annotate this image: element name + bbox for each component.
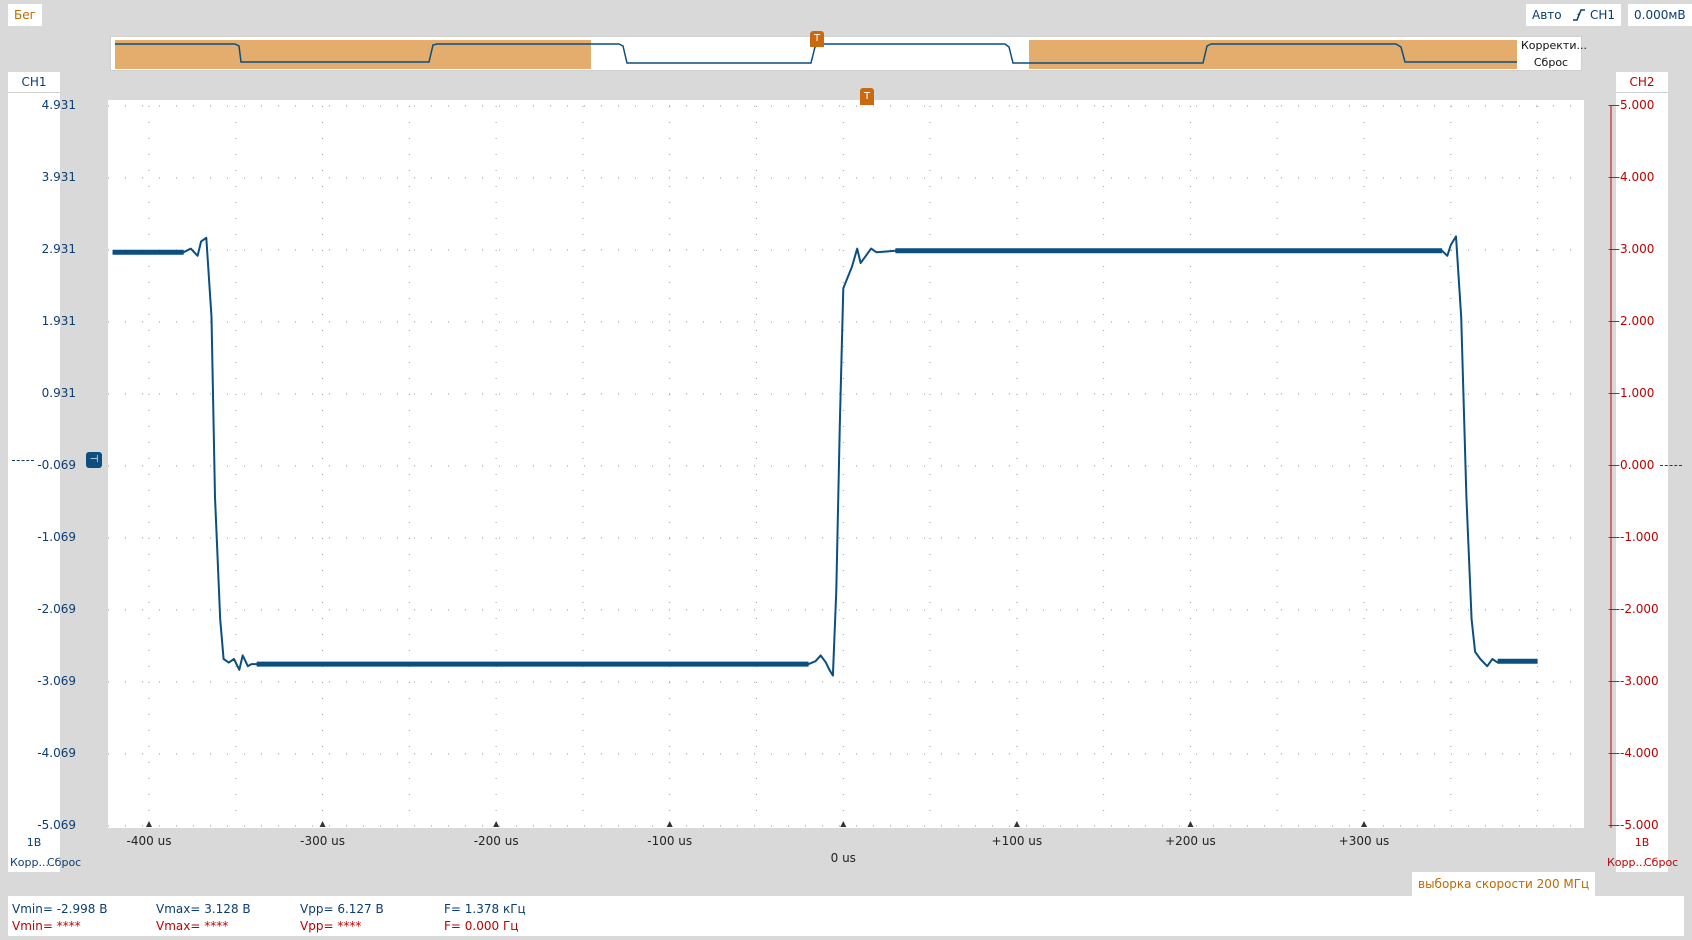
time-tick-label: -400 us [126, 834, 172, 848]
ch1-ground-line [12, 460, 34, 461]
x-tick-mark [1361, 821, 1367, 827]
overview-reset-button[interactable]: Сброс [1521, 54, 1581, 71]
ch2-tick-label: —-3.000 [1608, 674, 1659, 688]
ch2-tick-label: —0.000 [1608, 458, 1655, 472]
ch1-tick-label: -1.069 [37, 530, 76, 544]
ch2-tick-label: —2.000 [1608, 314, 1655, 328]
ch1-tick-label: -3.069 [37, 674, 76, 688]
ch1-correction-button[interactable]: Корр... [10, 856, 49, 869]
ch2-tick-label: —5.000 [1608, 98, 1655, 112]
ch1-tick-label: 3.931 [41, 170, 76, 184]
x-tick-mark [493, 821, 500, 827]
ch2-axis [1610, 106, 1612, 828]
ch2-correction-button[interactable]: Корр... [1607, 856, 1646, 869]
ch2-ground-line [1660, 465, 1682, 466]
trigger-mode-button[interactable]: Авто [1526, 4, 1568, 26]
time-tick-label: -200 us [473, 834, 519, 848]
time-tick-label: +100 us [991, 834, 1043, 848]
ch2-label[interactable]: CH2 [1616, 72, 1668, 93]
ch1-vmin: Vmin= -2.998 В [12, 902, 108, 916]
ch1-tick-label: -5.069 [37, 818, 76, 832]
ch2-tick-label: —1.000 [1608, 386, 1655, 400]
waveform-plot[interactable] [108, 100, 1584, 828]
ch2-vmax: Vmax= **** [156, 919, 229, 933]
x-tick-mark [1187, 821, 1194, 827]
trigger-source-label: CH1 [1590, 8, 1616, 22]
measurements-panel: Vmin= -2.998 В Vmax= 3.128 В Vpp= 6.127 … [8, 896, 1684, 936]
trigger-level-button[interactable]: 0.000мВ [1628, 4, 1692, 26]
waveform-overview[interactable]: T Корректи... Сброс [110, 31, 1587, 71]
ch2-tick-label: —-5.000 [1608, 818, 1659, 832]
time-tick-label: -100 us [647, 834, 693, 848]
trigger-position-marker[interactable]: T [860, 88, 874, 105]
ch1-vpp: Vpp= 6.127 В [300, 902, 384, 916]
time-tick-label: 0 us [830, 851, 856, 865]
ch2-vpp: Vpp= **** [300, 919, 362, 933]
ch2-tick-label: —-2.000 [1608, 602, 1659, 616]
ch1-freq: F= 1.378 кГц [444, 902, 526, 916]
series-line-ch1 [112, 235, 1538, 677]
time-tick-label: -300 us [300, 834, 346, 848]
ch2-tick-label: —4.000 [1608, 170, 1655, 184]
ch2-tick-label: —3.000 [1608, 242, 1655, 256]
ch1-vmax: Vmax= 3.128 В [156, 902, 251, 916]
ch2-tick-label: —-1.000 [1608, 530, 1659, 544]
overview-trigger-marker[interactable]: T [810, 31, 824, 47]
x-tick-mark [666, 821, 673, 827]
x-tick-mark [319, 821, 326, 827]
x-tick-mark [146, 821, 152, 827]
ch1-tick-label: 4.931 [41, 98, 76, 112]
ch1-tick-label: 2.931 [41, 242, 76, 256]
trigger-source-button[interactable]: CH1 [1566, 4, 1622, 26]
x-tick-mark [840, 821, 847, 827]
time-tick-label: +300 us [1338, 834, 1390, 848]
rising-edge-icon [1573, 9, 1585, 21]
overview-trace [115, 40, 1517, 69]
ch1-ground-marker[interactable]: ⊣ [86, 452, 102, 468]
ch2-freq: F= 0.000 Гц [444, 919, 519, 933]
run-status-badge[interactable]: Бег [8, 4, 42, 26]
waveform-svg [108, 105, 1584, 827]
ch1-scale[interactable]: 1В [8, 836, 60, 849]
ch2-tick-label: —-4.000 [1608, 746, 1659, 760]
time-tick-label: +200 us [1165, 834, 1216, 848]
overview-correction-button[interactable]: Корректи... [1521, 37, 1587, 54]
ch1-tick-label: 0.931 [41, 386, 76, 400]
ch2-vmin: Vmin= **** [12, 919, 81, 933]
ch1-tick-label: 1.931 [41, 314, 76, 328]
ch2-scale[interactable]: 1В [1616, 836, 1668, 849]
ch1-tick-label: -2.069 [37, 602, 76, 616]
sample-rate-label: выборка скорости 200 МГц [1412, 872, 1596, 896]
ch1-tick-label: -4.069 [37, 746, 76, 760]
ch2-reset-button[interactable]: Сброс [1644, 856, 1678, 869]
x-tick-mark [1013, 821, 1020, 827]
ch1-reset-button[interactable]: Сброс [47, 856, 81, 869]
ch1-label[interactable]: CH1 [8, 72, 60, 93]
